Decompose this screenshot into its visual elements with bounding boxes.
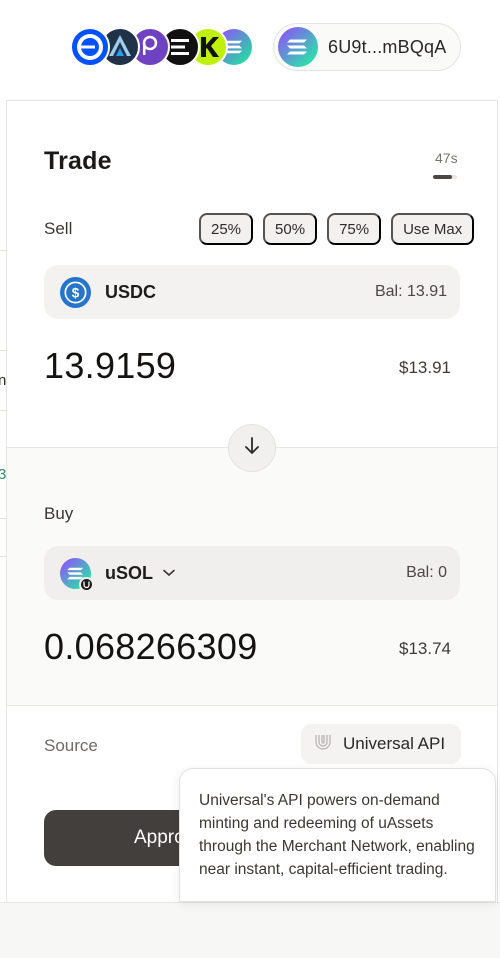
panel-border — [497, 100, 498, 902]
clipped-text: n — [0, 372, 7, 389]
divider — [0, 556, 7, 557]
clipped-text: 3 — [0, 466, 7, 483]
divider — [0, 350, 7, 351]
base-icon — [70, 27, 110, 67]
usdc-icon: $ — [60, 276, 91, 308]
swap-direction-button[interactable] — [228, 424, 276, 472]
buy-token-symbol: uSOL — [105, 562, 153, 583]
buy-token-selector[interactable]: uSOL Bal: 0 — [44, 546, 460, 600]
divider — [0, 410, 7, 411]
sell-label: Sell — [44, 219, 73, 238]
solana-icon — [278, 27, 318, 67]
buy-panel: Buy uSOL Bal: 0 0.068266309 $13.74 — [7, 447, 497, 705]
arrow-down-icon — [241, 435, 263, 462]
buy-label: Buy — [44, 504, 74, 523]
divider — [0, 250, 7, 251]
page-title: Trade — [44, 147, 112, 175]
percent-25-button[interactable]: 25% — [199, 213, 254, 245]
sell-panel: Trade 47s Sell 25% 50% 75% Use Max $ USD… — [7, 101, 497, 446]
source-provider-button[interactable]: Universal API — [301, 724, 461, 764]
source-label: Source — [44, 736, 98, 755]
percent-buttons: 25% 50% 75% Use Max — [199, 213, 475, 245]
quote-timer-bar — [433, 175, 457, 179]
tooltip-text: Universal's API powers on-demand minting… — [199, 792, 475, 878]
buy-token-balance: Bal: 0 — [406, 564, 447, 581]
sell-token-balance: Bal: 13.91 — [374, 283, 447, 300]
background-panel: n 3 — [0, 100, 7, 902]
wallet-address: 6U9t...mBQqA — [328, 36, 447, 57]
chain-selector[interactable] — [70, 25, 260, 69]
wallet-button[interactable]: 6U9t...mBQqA — [273, 23, 461, 71]
quote-timer: 47s — [435, 150, 458, 166]
percent-75-button[interactable]: 75% — [327, 213, 382, 245]
divider — [0, 518, 7, 519]
sell-token-symbol: USDC — [105, 281, 157, 302]
chevron-down-icon — [163, 566, 175, 580]
usol-icon — [60, 557, 94, 592]
buy-amount-output: 0.068266309 — [44, 626, 258, 667]
buy-usd-value: $13.74 — [399, 639, 451, 658]
percent-50-button[interactable]: 50% — [263, 213, 318, 245]
sell-amount-input[interactable]: 13.9159 — [44, 345, 176, 387]
use-max-button[interactable]: Use Max — [391, 213, 475, 245]
top-header: 6U9t...mBQqA — [0, 0, 500, 100]
bottom-bar — [0, 902, 500, 958]
universal-badge-icon — [79, 576, 94, 592]
sell-usd-value: $13.91 — [399, 358, 451, 377]
source-info-tooltip: Universal's API powers on-demand minting… — [179, 768, 496, 902]
universal-logo-icon — [313, 732, 333, 757]
source-provider-name: Universal API — [343, 734, 446, 753]
quote-timer-fill — [433, 175, 453, 179]
svg-text:$: $ — [72, 285, 80, 300]
sell-token-selector[interactable]: $ USDC Bal: 13.91 — [44, 265, 460, 319]
